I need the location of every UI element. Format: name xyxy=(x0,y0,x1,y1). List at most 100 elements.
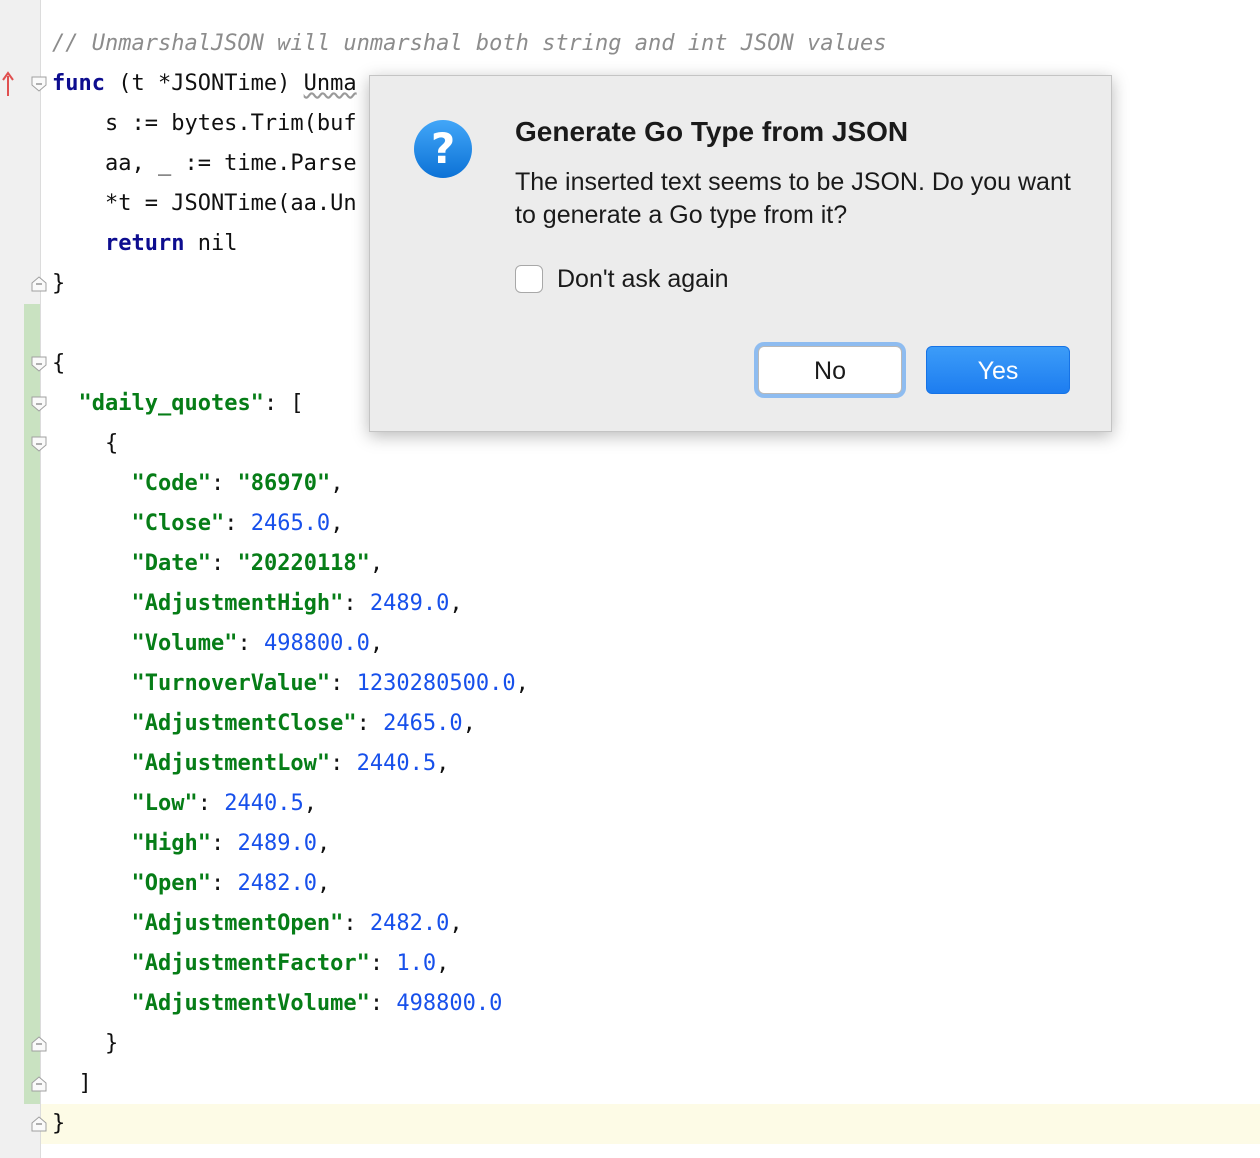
code-token: aa, _ := time.Parse xyxy=(52,151,357,176)
dont-ask-again-checkbox[interactable] xyxy=(515,265,543,293)
code-token: , xyxy=(316,831,331,856)
code-line[interactable]: "Date": "20220118", xyxy=(52,544,886,584)
code-token: "Close" xyxy=(131,511,225,536)
code-line[interactable]: ] xyxy=(52,1064,886,1104)
code-token: 498800.0 xyxy=(263,631,370,656)
code-token: return xyxy=(104,231,185,256)
code-token: *t = JSONTime(aa.Un xyxy=(52,191,357,216)
dont-ask-again-label[interactable]: Don't ask again xyxy=(557,264,729,294)
no-button[interactable]: No xyxy=(758,346,902,394)
code-line[interactable]: // UnmarshalJSON will unmarshal both str… xyxy=(52,24,886,64)
code-token: "daily_quotes" xyxy=(78,391,264,416)
fold-end-icon[interactable] xyxy=(31,1076,47,1092)
code-line[interactable]: "AdjustmentLow": 2440.5, xyxy=(52,744,886,784)
code-token: 2489.0 xyxy=(369,591,450,616)
code-token: Unma xyxy=(303,71,357,96)
code-token: { xyxy=(52,351,66,376)
code-line[interactable]: } xyxy=(52,1104,886,1144)
yes-button[interactable]: Yes xyxy=(926,346,1070,394)
code-token: } xyxy=(52,1111,66,1136)
generate-go-type-dialog: ? Generate Go Type from JSON The inserte… xyxy=(369,75,1112,432)
code-line[interactable]: "Volume": 498800.0, xyxy=(52,624,886,664)
code-token: : xyxy=(330,751,357,776)
code-token: "Volume" xyxy=(131,631,238,656)
code-line[interactable]: "Open": 2482.0, xyxy=(52,864,886,904)
fold-collapse-icon[interactable] xyxy=(31,436,47,452)
code-line[interactable]: } xyxy=(52,1024,886,1064)
code-token: 2465.0 xyxy=(383,711,463,736)
code-token: 2465.0 xyxy=(250,511,331,536)
code-token: 1.0 xyxy=(396,951,437,976)
code-line[interactable]: "AdjustmentClose": 2465.0, xyxy=(52,704,886,744)
code-line[interactable]: "AdjustmentOpen": 2482.0, xyxy=(52,904,886,944)
code-token: "AdjustmentHigh" xyxy=(131,591,344,616)
code-token: : xyxy=(343,911,370,936)
code-line[interactable]: "Low": 2440.5, xyxy=(52,784,886,824)
code-token: nil xyxy=(184,231,238,256)
code-token: 2440.5 xyxy=(224,791,304,816)
code-token: : xyxy=(210,871,238,896)
code-token: , xyxy=(436,951,450,976)
code-token: "86970" xyxy=(237,471,331,496)
code-token: , xyxy=(515,671,529,696)
code-token: s := bytes.Trim(buf xyxy=(52,111,357,136)
code-token: : xyxy=(210,831,238,856)
code-token: , xyxy=(303,791,317,816)
code-token: , xyxy=(369,551,384,576)
code-token: 2440.5 xyxy=(356,751,437,776)
dialog-title: Generate Go Type from JSON xyxy=(515,116,909,147)
fold-collapse-icon[interactable] xyxy=(31,76,47,92)
code-line[interactable]: "Close": 2465.0, xyxy=(52,504,886,544)
code-token: , xyxy=(436,751,450,776)
code-token: "High" xyxy=(131,831,211,856)
code-line[interactable]: "High": 2489.0, xyxy=(52,824,886,864)
code-token: : [ xyxy=(263,391,304,416)
vcs-change-marker[interactable] xyxy=(24,304,40,1104)
code-token: : xyxy=(197,791,225,816)
code-token: "AdjustmentFactor" xyxy=(131,951,370,976)
code-token: 498800.0 xyxy=(396,991,503,1016)
code-token: "AdjustmentVolume" xyxy=(131,991,370,1016)
code-token: : xyxy=(343,591,370,616)
code-token: "AdjustmentClose" xyxy=(131,711,357,736)
code-token: : xyxy=(210,471,238,496)
code-token: , xyxy=(330,511,344,536)
fold-collapse-icon[interactable] xyxy=(31,396,47,412)
fold-collapse-icon[interactable] xyxy=(31,356,47,372)
code-token: "Open" xyxy=(131,871,211,896)
code-line[interactable]: "Code": "86970", xyxy=(52,464,886,504)
code-token: , xyxy=(462,711,476,736)
code-line[interactable]: "AdjustmentVolume": 498800.0 xyxy=(52,984,886,1024)
code-token: { xyxy=(52,431,119,456)
fold-end-icon[interactable] xyxy=(31,276,47,292)
code-token: } xyxy=(52,271,66,296)
question-icon: ? xyxy=(414,120,472,178)
implements-up-arrow-icon[interactable] xyxy=(2,70,14,98)
code-line[interactable]: "AdjustmentHigh": 2489.0, xyxy=(52,584,886,624)
code-token: } xyxy=(52,1031,119,1056)
code-token: "AdjustmentLow" xyxy=(131,751,331,776)
fold-end-icon[interactable] xyxy=(31,1036,47,1052)
code-line[interactable]: "AdjustmentFactor": 1.0, xyxy=(52,944,886,984)
code-token: , xyxy=(316,871,331,896)
code-token: "AdjustmentOpen" xyxy=(131,911,344,936)
code-token: : xyxy=(210,551,238,576)
code-line[interactable]: "TurnoverValue": 1230280500.0, xyxy=(52,664,886,704)
code-token: ] xyxy=(52,1071,92,1096)
fold-end-icon[interactable] xyxy=(31,1116,47,1132)
code-token: "TurnoverValue" xyxy=(131,671,331,696)
code-token: : xyxy=(330,671,357,696)
code-token: , xyxy=(449,591,463,616)
